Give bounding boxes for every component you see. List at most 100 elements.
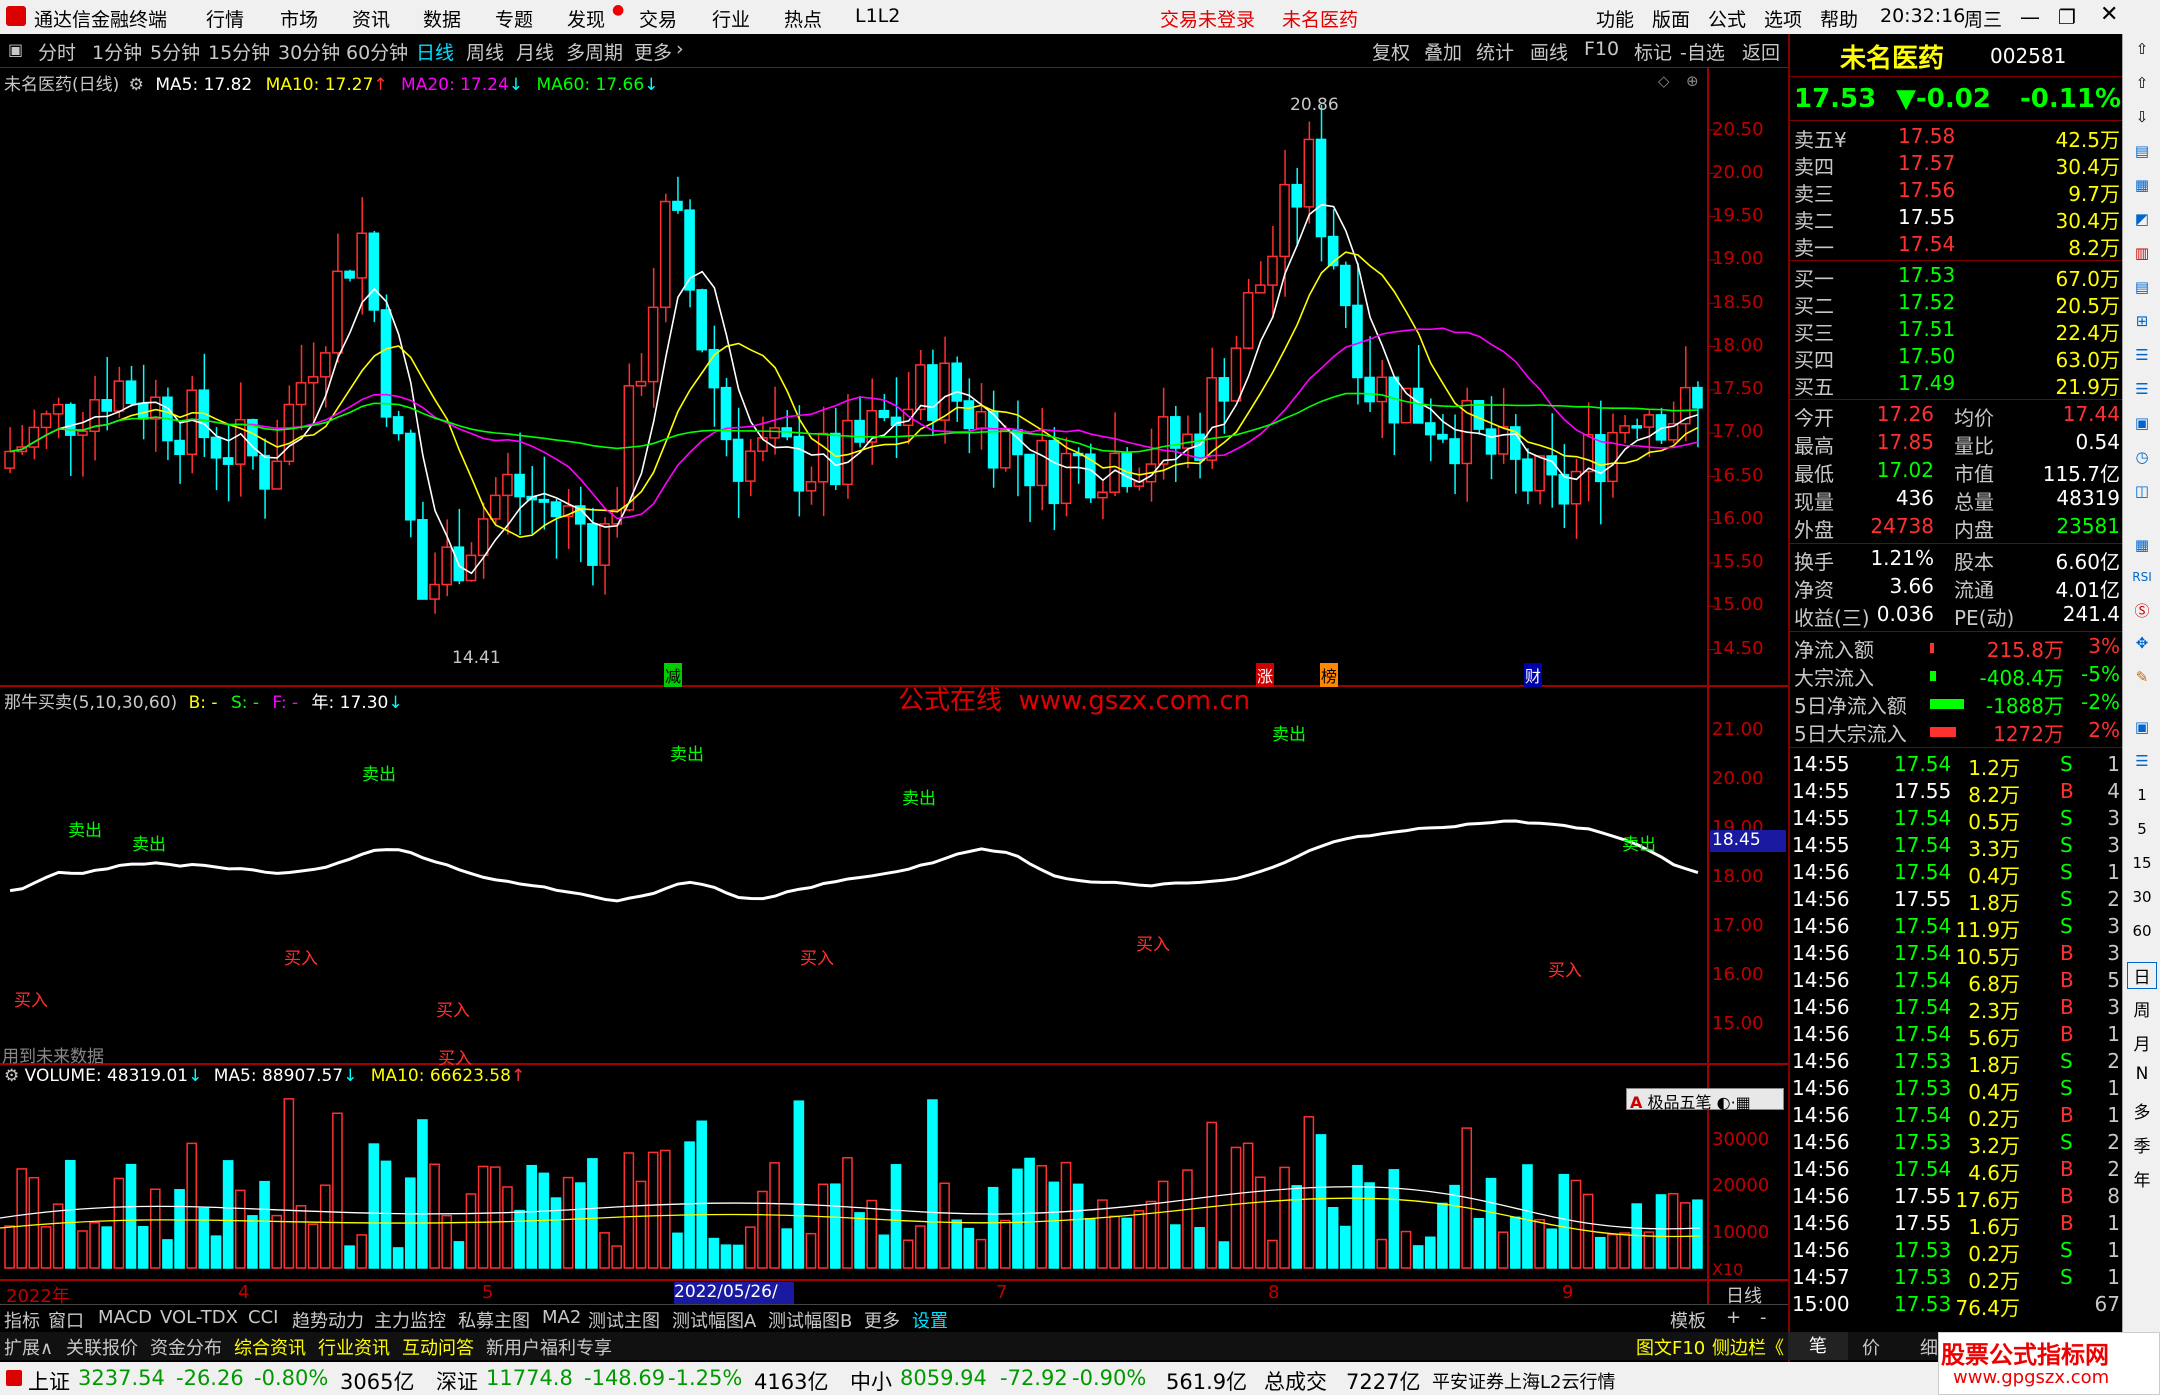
btn-biaoji[interactable]: 标记 [1634, 38, 1672, 65]
event-marker-bang[interactable]: 榜 [1320, 663, 1339, 687]
line-icon[interactable]: ◩ [2127, 210, 2157, 228]
tab-zhibiao[interactable]: 指标 [4, 1307, 40, 1333]
tool-icon[interactable]: ▦ [2127, 536, 2157, 554]
tab-1min[interactable]: 1分钟 [92, 38, 142, 65]
btn-diejia[interactable]: 叠加 [1424, 38, 1462, 65]
candle-icon[interactable]: ▥ [2127, 244, 2157, 262]
menu-redian[interactable]: 热点 [784, 5, 822, 32]
tab-fenshi[interactable]: 分时 [38, 38, 76, 65]
s-icon[interactable]: Ⓢ [2127, 600, 2157, 621]
menu-gongneng[interactable]: 功能 [1596, 5, 1634, 32]
tab-vol-tdx[interactable]: VOL-TDX [160, 1307, 238, 1328]
tab-qushidongli[interactable]: 趋势动力 [292, 1307, 364, 1333]
diamond-icon[interactable]: ◇ [1658, 72, 1670, 90]
settings-icon[interactable]: ⚙ [129, 75, 144, 95]
menu-shuju[interactable]: 数据 [423, 5, 461, 32]
tab-macd[interactable]: MACD [98, 1307, 152, 1328]
period-60[interactable]: 60 [2127, 922, 2157, 940]
tab-cci[interactable]: CCI [248, 1307, 278, 1328]
tab-guanlianbaojia[interactable]: 关联报价 [66, 1334, 138, 1360]
tab-weekly[interactable]: 周线 [466, 38, 504, 65]
tab-60min[interactable]: 60分钟 [346, 38, 408, 65]
tab-cebianlan[interactable]: 侧边栏《 [1712, 1334, 1784, 1360]
tab-minus[interactable]: - [1760, 1307, 1767, 1328]
side-multi[interactable]: 多 [2127, 1098, 2157, 1123]
scroll-up-icon[interactable]: ⇧ [2127, 40, 2157, 58]
sz-name[interactable]: 深证 [436, 1366, 478, 1395]
period-30[interactable]: 30 [2127, 888, 2157, 906]
tab-ceshizhutu[interactable]: 测试主图 [588, 1307, 660, 1333]
fz-icon[interactable]: ▣ [2127, 414, 2157, 432]
arrow-up-icon[interactable]: ⇧ [2127, 74, 2157, 92]
side-month[interactable]: 月 [2127, 1030, 2157, 1055]
btn-f10[interactable]: F10 [1584, 38, 1619, 60]
tab-bi[interactable]: 笔 [1788, 1332, 1848, 1360]
tab-zhulijiankong[interactable]: 主力监控 [374, 1307, 446, 1333]
tab-xinyonghu[interactable]: 新用户福利专享 [486, 1334, 612, 1360]
zx-name[interactable]: 中小 [850, 1366, 892, 1395]
tab-zijinfenbu[interactable]: 资金分布 [150, 1334, 222, 1360]
tab-plus[interactable]: + [1726, 1307, 1741, 1328]
tab-hudongwenda[interactable]: 互动问答 [402, 1334, 474, 1360]
tab-tuwen-f10[interactable]: 图文F10 [1636, 1334, 1705, 1360]
tab-ma2[interactable]: MA2 [542, 1307, 581, 1328]
tab-hangyezixun[interactable]: 行业资讯 [318, 1334, 390, 1360]
tab-monthly[interactable]: 月线 [516, 38, 554, 65]
side-n[interactable]: N [2127, 1064, 2157, 1084]
moon-icon[interactable]: ◐ [1717, 1093, 1731, 1112]
btn-fanhui[interactable]: 返回 [1742, 38, 1780, 65]
arrow-down-icon[interactable]: ⇩ [2127, 108, 2157, 126]
close-icon[interactable]: ✕ [2100, 2, 2118, 27]
tab-daily[interactable]: 日线 [416, 38, 454, 65]
pen-icon[interactable]: ✎ [2127, 668, 2157, 686]
trade-status[interactable]: 交易未登录 [1160, 5, 1255, 32]
list-icon[interactable]: ☰ [2127, 380, 2157, 398]
menu-shichang[interactable]: 市场 [280, 5, 318, 32]
menu-faxian[interactable]: 发现 [567, 5, 605, 32]
tab-kuozhan[interactable]: 扩展∧ [4, 1334, 53, 1360]
btn-fuquan[interactable]: 复权 [1372, 38, 1410, 65]
menu-l1l2[interactable]: L1L2 [855, 5, 900, 27]
btn-huaxian[interactable]: 画线 [1530, 38, 1568, 65]
ime-toolbar[interactable]: A 极品五笔 ◐·▦ [1626, 1088, 1784, 1112]
period-1[interactable]: 1 [2127, 786, 2157, 804]
settings-icon[interactable]: ⚙ [4, 1066, 19, 1086]
keyboard-icon[interactable]: ▦ [1736, 1093, 1751, 1112]
side-day[interactable]: 日 [2127, 962, 2157, 989]
lines-icon[interactable]: ☰ [2127, 752, 2157, 770]
tab-ceshifutu-b[interactable]: 测试幅图B [768, 1307, 852, 1333]
kline-chart-svg[interactable] [0, 68, 1788, 1304]
menu-zixun[interactable]: 资讯 [352, 5, 390, 32]
tab-zonghezixun[interactable]: 综合资讯 [234, 1334, 306, 1360]
btn-tongji[interactable]: 统计 [1476, 38, 1514, 65]
tab-moban[interactable]: 模板 [1670, 1307, 1706, 1333]
event-marker-jian[interactable]: 减 [664, 663, 683, 687]
tab-multi[interactable]: 多周期 [566, 38, 623, 65]
tab-5min[interactable]: 5分钟 [150, 38, 200, 65]
tab-more[interactable]: 更多 [634, 38, 672, 65]
tab-gengduo[interactable]: 更多 [864, 1307, 900, 1333]
tab-simuzhutu[interactable]: 私募主图 [458, 1307, 530, 1333]
expand-icon[interactable]: ⊕ [1686, 72, 1699, 90]
event-marker-zhang[interactable]: 涨 [1256, 663, 1275, 687]
chart-area[interactable]: 未名医药(日线) ⚙ MA5: 17.82 MA10: 17.27↑ MA20:… [0, 68, 1788, 1327]
period-15[interactable]: 15 [2127, 854, 2157, 872]
tab-shezhi[interactable]: 设置 [912, 1307, 948, 1333]
tab-xi[interactable]: 细 [1920, 1334, 1938, 1360]
table-icon[interactable]: ▤ [2127, 278, 2157, 296]
list-icon[interactable]: ☰ [2127, 346, 2157, 364]
restore-icon[interactable]: ❐ [2058, 5, 2076, 29]
chart-icon[interactable]: ▤ [2127, 142, 2157, 160]
clock-icon[interactable]: ◷ [2127, 448, 2157, 466]
menu-banmian[interactable]: 版面 [1652, 5, 1690, 32]
side-week[interactable]: 周 [2127, 996, 2157, 1021]
event-marker-cai[interactable]: 财 [1524, 663, 1543, 687]
menu-zhuanti[interactable]: 专题 [495, 5, 533, 32]
menu-jiaoyi[interactable]: 交易 [639, 5, 677, 32]
panel-toggle-icon[interactable]: ▣ [8, 40, 23, 59]
tab-15min[interactable]: 15分钟 [208, 38, 270, 65]
menu-gongshi[interactable]: 公式 [1708, 5, 1746, 32]
tab-30min[interactable]: 30分钟 [278, 38, 340, 65]
rsi-icon[interactable]: RSI [2127, 570, 2157, 584]
minimize-icon[interactable]: — [2020, 5, 2040, 29]
